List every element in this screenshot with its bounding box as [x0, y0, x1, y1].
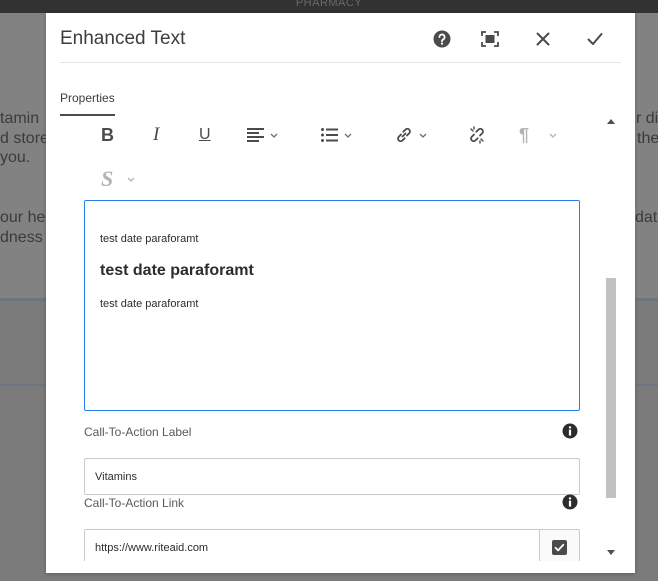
- close-button[interactable]: [531, 27, 555, 51]
- background-text: dat: [635, 209, 658, 226]
- background-text: r di: [636, 110, 658, 127]
- scroll-down-icon[interactable]: [607, 550, 615, 555]
- checkbox-checked-icon: [552, 540, 567, 555]
- styles-icon: S: [101, 166, 114, 191]
- background-text: d store: [0, 130, 49, 147]
- cta-label-field-label: Call-To-Action Label: [84, 425, 192, 439]
- italic-button[interactable]: I: [153, 122, 159, 148]
- bulleted-list-icon: [321, 128, 338, 142]
- styles-dropdown[interactable]: S: [101, 166, 135, 192]
- enhanced-text-dialog: Enhanced Text Properties B I U ¶ S test …: [46, 13, 635, 573]
- help-icon: [433, 30, 451, 48]
- justify-dropdown[interactable]: [247, 122, 278, 148]
- list-dropdown[interactable]: [321, 122, 352, 148]
- info-icon[interactable]: [562, 494, 578, 510]
- scroll-up-icon[interactable]: [607, 119, 615, 124]
- bold-icon: B: [101, 124, 114, 145]
- bold-button[interactable]: B: [101, 122, 114, 148]
- background-text: the: [637, 130, 658, 147]
- unlink-button[interactable]: [468, 122, 486, 148]
- cta-link-field-label: Call-To-Action Link: [84, 496, 185, 510]
- dialog-header: Enhanced Text: [60, 13, 621, 63]
- link-icon: [397, 127, 411, 143]
- editor-heading[interactable]: test date paraforamt: [100, 262, 254, 280]
- editor-paragraph[interactable]: test date paraforamt: [100, 233, 198, 245]
- scrollbar-thumb[interactable]: [606, 278, 616, 498]
- background-text: our he: [0, 209, 46, 226]
- help-button[interactable]: [430, 27, 454, 51]
- underline-button[interactable]: U: [199, 122, 211, 148]
- info-icon[interactable]: [562, 423, 578, 439]
- fullscreen-icon: [481, 31, 499, 47]
- fullscreen-button[interactable]: [478, 27, 502, 51]
- editor-paragraph[interactable]: test date paraforamt: [100, 298, 198, 310]
- dialog-title: Enhanced Text: [60, 28, 186, 49]
- chevron-down-icon: [127, 177, 135, 182]
- done-button[interactable]: [583, 27, 607, 51]
- align-left-icon: [247, 128, 264, 142]
- chevron-down-icon: [419, 133, 427, 138]
- background-text: dness: [0, 229, 43, 246]
- cta-link-open-new-tab-checkbox[interactable]: [539, 529, 580, 561]
- chevron-down-icon: [344, 133, 352, 138]
- background-text: you.: [0, 149, 31, 166]
- vertical-scrollbar[interactable]: [604, 117, 619, 557]
- checkmark-icon: [587, 33, 603, 45]
- underline-icon: U: [199, 126, 211, 143]
- rich-text-editor[interactable]: test date paraforamt test date paraforam…: [84, 200, 580, 411]
- background-topbar: PHARMACY: [0, 0, 658, 13]
- background-text: tamin: [0, 110, 40, 127]
- cta-link-input[interactable]: [84, 529, 540, 561]
- link-dropdown[interactable]: [395, 122, 427, 148]
- cta-label-input[interactable]: [84, 458, 580, 495]
- chevron-down-icon: [549, 133, 557, 138]
- dialog-tabs: Properties: [60, 89, 115, 116]
- chevron-down-icon: [270, 133, 278, 138]
- paragraph-icon: ¶: [519, 124, 530, 145]
- dialog-scroll-area[interactable]: B I U ¶ S test date paraforamt test date…: [60, 113, 621, 561]
- italic-icon: I: [153, 124, 160, 145]
- unlink-icon: [470, 126, 484, 144]
- background-topbar-label: PHARMACY: [295, 0, 363, 9]
- paragraph-format-dropdown[interactable]: ¶: [519, 122, 557, 148]
- close-icon: [536, 32, 550, 46]
